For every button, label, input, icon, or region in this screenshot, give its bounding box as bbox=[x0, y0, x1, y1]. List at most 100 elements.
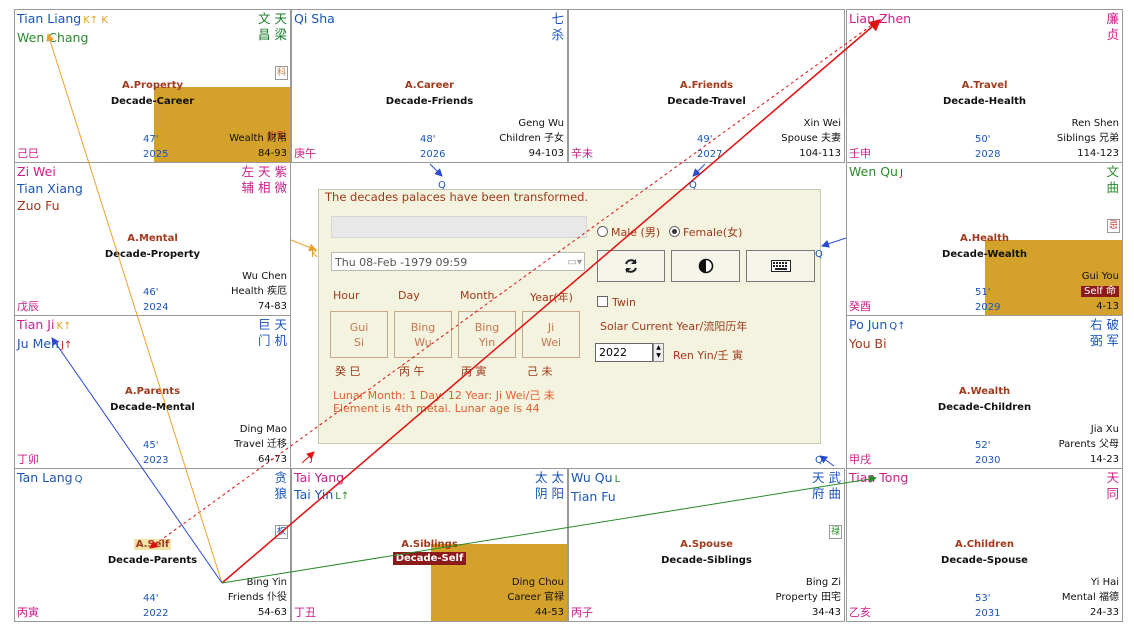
q-mark-top-right: Q bbox=[689, 180, 697, 191]
current-year-input[interactable]: 2022 bbox=[595, 343, 653, 362]
month-header: Month bbox=[460, 289, 495, 302]
palace-ganzhi: Ding Mao bbox=[239, 424, 287, 435]
decade-age: 49' bbox=[697, 134, 713, 145]
main-stars: Wen Qu J bbox=[849, 163, 903, 182]
star-ju-men[interactable]: Ju Men J↑ bbox=[17, 335, 72, 354]
year-stem: Ji bbox=[547, 321, 555, 334]
star-tian-tong[interactable]: Tian Tong bbox=[849, 469, 908, 486]
age-range: 34-43 bbox=[811, 607, 841, 618]
palace-cell-hai[interactable]: Tian Tong 天 同 A.Children Decade-Spouse 乙亥 53'… bbox=[846, 468, 1123, 622]
decade-age: 47' bbox=[143, 134, 159, 145]
age-range: 54-63 bbox=[257, 607, 287, 618]
annual-palace-label: A.Career bbox=[404, 80, 455, 91]
star-tian-xiang[interactable]: Tian Xiang bbox=[17, 180, 83, 197]
age-range: 14-23 bbox=[1089, 454, 1119, 465]
decade-age: 45' bbox=[143, 440, 159, 451]
annual-palace-label: A.Parents bbox=[124, 386, 181, 397]
palace-ganzhi: Wu Chen bbox=[242, 271, 287, 282]
natal-palace-name: Mental 福德 bbox=[1061, 592, 1119, 603]
spin-up-icon[interactable]: ▲ bbox=[654, 344, 663, 352]
earthly-branch: 丁卯 bbox=[17, 453, 39, 466]
natal-palace-name: Self 命 bbox=[1081, 286, 1119, 297]
natal-palace-name: Parents 父母 bbox=[1058, 439, 1119, 450]
hour-header: Hour bbox=[333, 289, 360, 302]
palace-cell-zi[interactable]: Wu Qu L Tian Fu 天 武 府 曲禄 A.Spouse Decade-Sibl… bbox=[568, 468, 845, 622]
decade-age: 53' bbox=[975, 593, 991, 604]
star-chinese-names: 天 武 府 曲 bbox=[812, 470, 841, 501]
star-chinese-names: 七 杀 bbox=[551, 11, 564, 42]
month-stem: Bing bbox=[474, 321, 500, 334]
palace-cell-si[interactable]: Tian Liang K↑ K Wen Chang 文 天 昌 梁科 Ji Si A.Pr… bbox=[14, 9, 291, 163]
palace-cell-chen[interactable]: Zi Wei Tian Xiang Zuo Fu 左 天 紫 辅 相 微 A.Menta… bbox=[14, 162, 291, 316]
day-pillar-button[interactable]: Bing Wu bbox=[394, 311, 452, 358]
decade-palace-label: Decade-Mental bbox=[110, 402, 195, 413]
palace-cell-chou[interactable]: Tai Yang Tai Yin L↑ 太 太 阴 阳 A.Siblings Decade… bbox=[291, 468, 568, 622]
year-pillar-button[interactable]: Ji Wei bbox=[522, 311, 580, 358]
natal-palace-name: Siblings 兄弟 bbox=[1056, 133, 1119, 144]
annual-palace-label: A.Children bbox=[954, 539, 1015, 550]
main-stars: Qi Sha bbox=[294, 10, 335, 27]
month-pillar-button[interactable]: Bing Yin bbox=[458, 311, 516, 358]
palace-ganzhi: Jia Xu bbox=[1090, 424, 1119, 435]
palace-cell-mao[interactable]: Tian Ji K↑ Ju Men J↑ 巨 天 门 机 A.Parents Decade-… bbox=[14, 315, 291, 469]
birth-date-picker[interactable]: Thu 08-Feb -1979 09:59 ▭▾ bbox=[331, 252, 585, 271]
star-you-bi[interactable]: You Bi bbox=[849, 335, 906, 352]
hour-pillar-button[interactable]: Gui Si bbox=[330, 311, 388, 358]
star-lian-zhen[interactable]: Lian Zhen bbox=[849, 10, 911, 27]
male-radio[interactable]: Male (男) bbox=[597, 224, 660, 240]
star-tian-ji[interactable]: Tian Ji K↑ bbox=[17, 316, 72, 335]
palace-cell-xu[interactable]: Po Jun Q↑ You Bi 右 破 弼 军 A.Wealth Decade-Chil… bbox=[846, 315, 1123, 469]
calendar-dropdown-icon[interactable]: ▭▾ bbox=[568, 253, 582, 272]
decade-year: 2025 bbox=[143, 149, 169, 160]
earthly-branch: 己巳 bbox=[17, 147, 39, 160]
name-input[interactable] bbox=[331, 216, 587, 238]
star-po-jun[interactable]: Po Jun Q↑ bbox=[849, 316, 906, 335]
star-zuo-fu[interactable]: Zuo Fu bbox=[17, 197, 83, 214]
palace-cell-shen[interactable]: Lian Zhen 廉 贞 A.Travel Decade-Health 壬申 50' 20… bbox=[846, 9, 1123, 163]
main-stars: Lian Zhen bbox=[849, 10, 911, 27]
age-range: 4-13 bbox=[1096, 301, 1119, 312]
star-zi-wei[interactable]: Zi Wei bbox=[17, 163, 83, 180]
palace-info: Wealth 财帛 84-93 bbox=[229, 131, 287, 161]
q-mark-right: Q bbox=[815, 249, 823, 260]
contrast-button[interactable] bbox=[671, 250, 740, 282]
star-wen-qu[interactable]: Wen Qu J bbox=[849, 163, 903, 182]
month-pillar-chinese: 丙 寅 bbox=[461, 365, 487, 378]
solar-year-label: Solar Current Year/流阳历年 bbox=[600, 320, 748, 333]
j-mark-bottom-left: J bbox=[310, 453, 313, 464]
refresh-button[interactable] bbox=[597, 250, 665, 282]
decade-year: 2029 bbox=[975, 302, 1001, 313]
element-info: Element is 4th metal. Lunar age is 44 bbox=[333, 402, 540, 415]
decade-year: 2022 bbox=[143, 608, 169, 619]
palace-cell-yin[interactable]: Tan Lang Q 贪 狼权 A.Self Decade-Parents 丙寅 44' 20… bbox=[14, 468, 291, 622]
palace-info: Yi Hai Mental 福德 24-33 bbox=[1062, 575, 1119, 620]
star-tai-yang[interactable]: Tai Yang bbox=[294, 469, 349, 486]
year-branch: Wei bbox=[540, 336, 562, 349]
palace-cell-wu[interactable]: Qi Sha 七 杀 A.Career Decade-Friends 庚午 48' 2026… bbox=[291, 9, 568, 163]
star-wen-chang[interactable]: Wen Chang bbox=[17, 29, 108, 46]
earthly-branch: 辛未 bbox=[571, 147, 593, 160]
palace-cell-wei[interactable]: A.Friends Decade-Travel 辛未 49' 2027 Xin Wei Sp… bbox=[568, 9, 845, 163]
star-tai-yin[interactable]: Tai Yin L↑ bbox=[294, 486, 349, 505]
decade-age: 48' bbox=[420, 134, 436, 145]
palace-info: Ren Shen Siblings 兄弟 114-123 bbox=[1057, 116, 1119, 161]
transform-badge: 忌 bbox=[1106, 219, 1120, 233]
star-tan-lang[interactable]: Tan Lang Q bbox=[17, 469, 82, 488]
palace-cell-you[interactable]: Wen Qu J 文 曲忌 A.Health Decade-Wealth 癸酉 51' 202… bbox=[846, 162, 1123, 316]
star-transform-mark: Q↑ bbox=[889, 321, 906, 332]
earthly-branch: 戊辰 bbox=[17, 300, 39, 313]
spin-down-icon[interactable]: ▼ bbox=[654, 352, 663, 360]
decade-palace-label: Decade-Property bbox=[104, 249, 201, 260]
female-radio[interactable]: Female(女) bbox=[669, 224, 742, 240]
twin-checkbox[interactable]: Twin bbox=[597, 296, 636, 309]
star-wu-qu[interactable]: Wu Qu L bbox=[571, 469, 620, 488]
age-range: 74-83 bbox=[257, 301, 287, 312]
star-transform-mark: J↑ bbox=[60, 340, 73, 351]
year-spinner[interactable]: ▲ ▼ bbox=[653, 343, 664, 362]
decade-palace-label: Decade-Friends bbox=[385, 96, 474, 107]
star-qi-sha[interactable]: Qi Sha bbox=[294, 10, 335, 27]
earthly-branch: 乙亥 bbox=[849, 606, 871, 619]
star-tian-fu[interactable]: Tian Fu bbox=[571, 488, 620, 505]
star-tian-liang[interactable]: Tian Liang K↑ K bbox=[17, 10, 108, 29]
keyboard-button[interactable] bbox=[746, 250, 815, 282]
